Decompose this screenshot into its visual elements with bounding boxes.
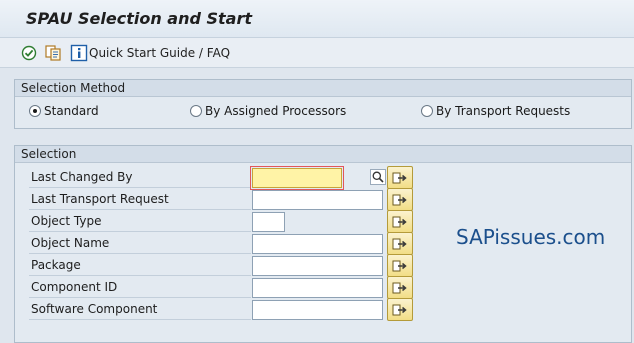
execute-icon[interactable]	[20, 44, 38, 62]
selection-method-header: Selection Method	[15, 80, 631, 97]
package-input[interactable]	[252, 256, 383, 276]
radio-by-assigned-processors-label: By Assigned Processors	[205, 104, 347, 118]
arrow-right-icon	[392, 172, 407, 183]
radio-standard[interactable]: Standard	[29, 104, 99, 118]
selection-method-group: Selection Method Standard By Assigned Pr…	[14, 79, 632, 129]
field-label-last-changed-by: Last Changed By	[29, 167, 251, 188]
field-label-component-id: Component ID	[29, 277, 251, 298]
selection-method-options: Standard By Assigned Processors By Trans…	[15, 97, 631, 127]
field-label-object-type: Object Type	[29, 211, 251, 232]
multiple-selection-button-last-transport-request[interactable]	[387, 188, 413, 211]
watermark-text: SAPissues.com	[456, 225, 606, 249]
field-row-last-changed-by: Last Changed By	[29, 166, 414, 190]
radio-by-transport-requests[interactable]: By Transport Requests	[421, 104, 570, 118]
radio-by-assigned-processors[interactable]: By Assigned Processors	[190, 104, 346, 118]
radio-by-transport-requests-indicator[interactable]	[421, 105, 433, 117]
page-title: SPAU Selection and Start	[26, 9, 253, 28]
last-transport-request-input[interactable]	[252, 190, 383, 210]
copy-variant-icon[interactable]	[44, 44, 62, 62]
content-area: Selection Method Standard By Assigned Pr…	[0, 69, 634, 343]
multiple-selection-button-object-type[interactable]	[387, 210, 413, 233]
info-icon[interactable]	[70, 44, 88, 62]
arrow-right-icon	[392, 216, 407, 227]
field-row-component-id: Component ID	[29, 276, 414, 299]
last-changed-by-input[interactable]	[250, 166, 344, 190]
title-bar: SPAU Selection and Start	[0, 0, 634, 38]
multiple-selection-button-software-component[interactable]	[387, 298, 413, 321]
software-component-input[interactable]	[252, 300, 383, 320]
arrow-right-icon	[392, 282, 407, 293]
object-type-input[interactable]	[252, 212, 285, 232]
arrow-right-icon	[392, 304, 407, 315]
quick-start-guide-link[interactable]: Quick Start Guide / FAQ	[89, 46, 230, 60]
multiple-selection-button-package[interactable]	[387, 254, 413, 277]
field-row-last-transport-request: Last Transport Request	[29, 188, 414, 211]
search-help-icon[interactable]	[370, 169, 386, 185]
field-row-software-component: Software Component	[29, 298, 414, 321]
radio-standard-indicator[interactable]	[29, 105, 41, 117]
multiple-selection-button-component-id[interactable]	[387, 276, 413, 299]
radio-standard-label: Standard	[44, 104, 99, 118]
field-label-last-transport-request: Last Transport Request	[29, 189, 251, 210]
object-name-input[interactable]	[252, 234, 383, 254]
application-toolbar: Quick Start Guide / FAQ	[0, 38, 634, 68]
selection-header: Selection	[15, 146, 631, 163]
arrow-right-icon	[392, 260, 407, 271]
field-label-package: Package	[29, 255, 251, 276]
radio-by-transport-requests-label: By Transport Requests	[436, 104, 571, 118]
component-id-input[interactable]	[252, 278, 383, 298]
arrow-right-icon	[392, 238, 407, 249]
multiple-selection-button-object-name[interactable]	[387, 232, 413, 255]
radio-by-assigned-processors-indicator[interactable]	[190, 105, 202, 117]
field-row-package: Package	[29, 254, 414, 277]
field-label-software-component: Software Component	[29, 299, 251, 320]
field-row-object-type: Object Type	[29, 210, 414, 233]
field-row-object-name: Object Name	[29, 232, 414, 255]
multiple-selection-button-last-changed-by[interactable]	[387, 166, 413, 189]
arrow-right-icon	[392, 194, 407, 205]
field-label-object-name: Object Name	[29, 233, 251, 254]
